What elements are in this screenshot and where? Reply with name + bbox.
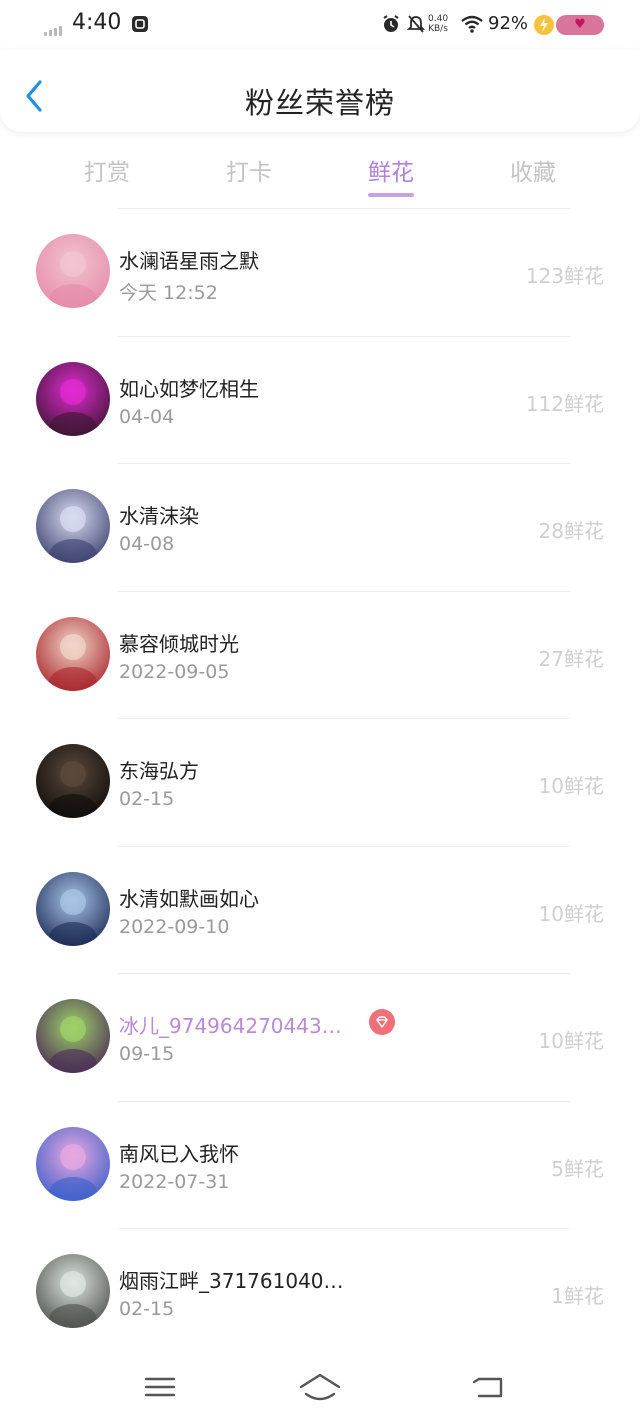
wifi-icon — [461, 15, 483, 33]
status-time: 4:40 — [72, 10, 122, 35]
system-nav-bar — [0, 1360, 640, 1422]
fan-name[interactable]: 水清沫染 — [119, 500, 199, 529]
avatar[interactable] — [36, 616, 110, 691]
flower-count: 1鲜花 — [551, 1284, 604, 1308]
fan-date: 02-15 — [119, 788, 175, 810]
fan-date: 09-15 — [119, 1043, 175, 1065]
fan-list: 水澜语星雨之默今天 12:52 123鲜花如心如梦忆相生 04-04 112鲜花水清沫… — [0, 208, 640, 1356]
list-item[interactable]: 烟雨江畔_371761040… 02-15 1鲜花 — [0, 1228, 640, 1356]
fan-name[interactable]: 南风已入我怀 — [119, 1138, 239, 1167]
avatar[interactable] — [36, 1126, 110, 1201]
tab-flowers-label: 鲜花 — [368, 160, 414, 186]
fan-date: 今天 12:52 — [119, 282, 218, 304]
fan-name[interactable]: 东海弘方 — [119, 755, 199, 784]
list-item[interactable]: 水清沫染 04-08 28鲜花 — [0, 463, 640, 591]
fan-date: 02-15 — [119, 1298, 175, 1320]
list-item[interactable]: 东海弘方 02-15 10鲜花 — [0, 718, 640, 846]
back-nav-icon[interactable] — [466, 1370, 510, 1404]
tab-favorites[interactable]: 收藏 — [473, 153, 593, 187]
row-divider — [118, 1100, 570, 1102]
tab-bar: 打赏 打卡 鲜花 收藏 — [0, 145, 640, 205]
menu-icon[interactable] — [138, 1370, 182, 1404]
alarm-icon — [383, 15, 399, 32]
list-item[interactable]: 水清如默画如心 2022-09-10 10鲜花 — [0, 845, 640, 974]
tab-reward[interactable]: 打赏 — [47, 153, 167, 187]
row-divider — [118, 1228, 570, 1229]
fan-date: 04-08 — [119, 533, 175, 555]
mute-icon — [406, 15, 426, 33]
status-bar: 4:40 0.40 KB/s 92% ♥ — [0, 0, 640, 50]
vip-diamond-icon — [369, 1009, 395, 1035]
avatar[interactable] — [36, 489, 110, 563]
row-divider — [118, 973, 570, 974]
list-item[interactable]: 南风已入我怀 2022-07-31 5鲜花 — [0, 1100, 640, 1229]
fan-name[interactable]: 水澜语星雨之默 — [119, 245, 259, 274]
row-divider — [118, 845, 570, 847]
fan-date: 04-04 — [119, 405, 175, 428]
flower-count: 28鲜花 — [538, 519, 604, 543]
fan-date: 2022-09-05 — [119, 660, 230, 683]
list-item[interactable]: 冰儿_974964270443… 09-15 10鲜花 — [0, 973, 640, 1101]
flower-count: 5鲜花 — [551, 1156, 604, 1181]
avatar[interactable] — [36, 744, 110, 818]
row-divider — [118, 335, 570, 337]
flower-count: 27鲜花 — [538, 646, 604, 671]
list-item[interactable]: 慕容倾城时光 2022-09-05 27鲜花 — [0, 590, 640, 719]
page-title: 粉丝荣誉榜 — [244, 86, 395, 120]
list-item[interactable]: 水澜语星雨之默今天 12:52 123鲜花 — [0, 208, 640, 336]
battery-percent: 92% — [488, 13, 529, 34]
flower-count: 10鲜花 — [538, 901, 604, 926]
avatar[interactable] — [36, 871, 110, 946]
battery-icon: ♥ — [556, 15, 604, 35]
header: 粉丝荣誉榜 — [0, 50, 640, 132]
avatar[interactable] — [36, 234, 110, 308]
avatar[interactable] — [36, 361, 110, 436]
fan-name[interactable]: 慕容倾城时光 — [119, 628, 239, 657]
signal-icon — [44, 26, 62, 36]
tab-active-indicator — [368, 193, 414, 197]
flower-count: 10鲜花 — [538, 774, 604, 798]
tab-flowers[interactable]: 鲜花 — [331, 153, 451, 197]
list-item[interactable]: 如心如梦忆相生 04-04 112鲜花 — [0, 335, 640, 464]
fan-date: 2022-07-31 — [119, 1170, 230, 1193]
row-divider — [118, 590, 570, 592]
flower-count: 10鲜花 — [538, 1029, 604, 1053]
avatar[interactable] — [36, 999, 110, 1073]
row-divider — [118, 208, 570, 209]
flower-count: 123鲜花 — [525, 264, 604, 288]
fan-name[interactable]: 冰儿_974964270443… — [119, 1010, 342, 1039]
home-icon[interactable] — [298, 1370, 342, 1404]
row-divider — [118, 718, 570, 719]
flower-count: 112鲜花 — [525, 391, 604, 416]
charging-icon — [534, 15, 554, 35]
avatar[interactable] — [36, 1254, 110, 1328]
net-speed: 0.40 KB/s — [428, 14, 449, 34]
fan-name[interactable]: 烟雨江畔_371761040… — [119, 1265, 344, 1294]
fan-name[interactable]: 如心如梦忆相生 — [119, 373, 259, 402]
sim-icon — [132, 16, 148, 32]
fan-date: 2022-09-10 — [119, 915, 230, 938]
row-divider — [118, 463, 570, 464]
fan-name[interactable]: 水清如默画如心 — [119, 883, 259, 912]
tab-checkin[interactable]: 打卡 — [189, 153, 309, 187]
